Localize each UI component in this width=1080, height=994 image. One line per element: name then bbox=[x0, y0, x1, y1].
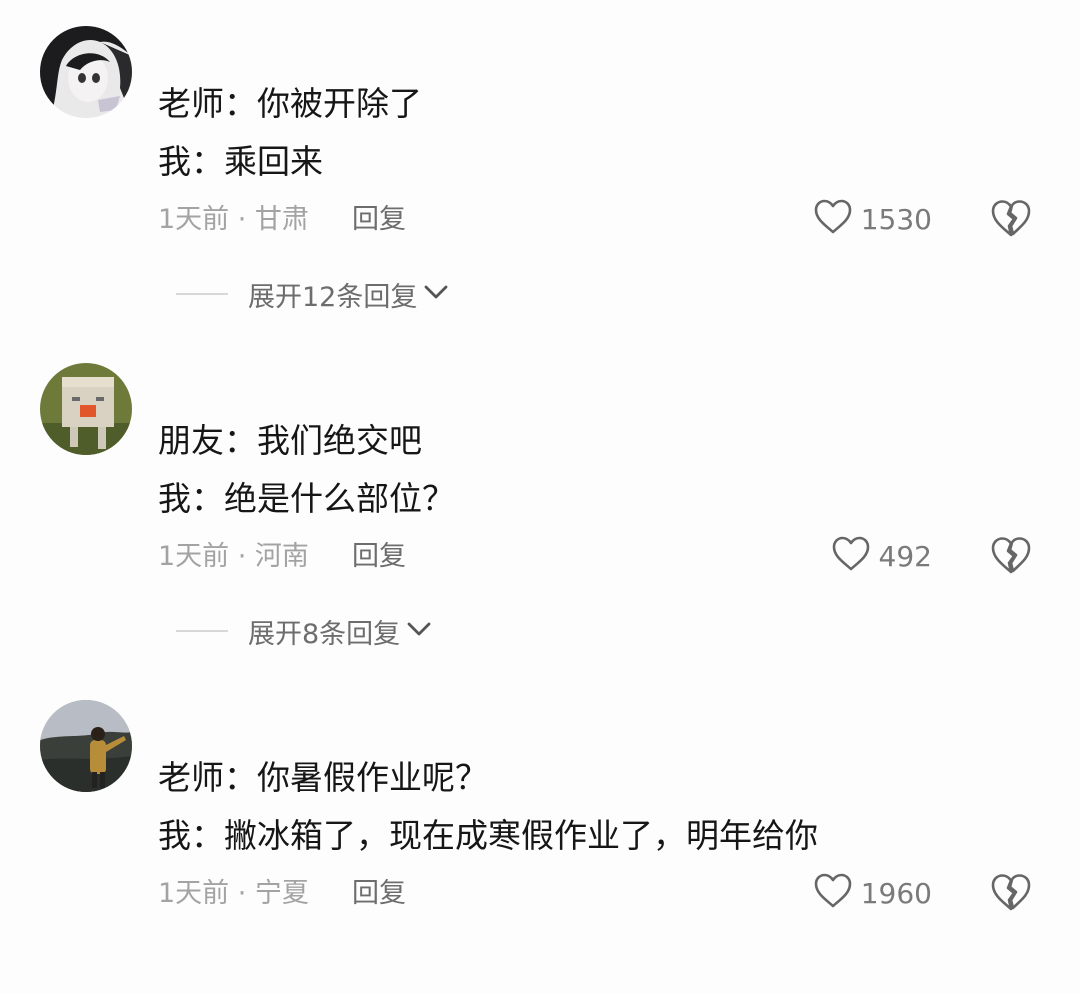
expand-replies-label: 展开8条回复 bbox=[248, 618, 401, 650]
heart-outline-icon bbox=[813, 198, 853, 240]
dislike-button[interactable] bbox=[990, 198, 1032, 240]
broken-heart-icon bbox=[990, 537, 1032, 581]
comment-meta: 1天前 · 河南 bbox=[158, 541, 309, 572]
comment-text-line: 我：乘回来 bbox=[158, 142, 323, 181]
reply-button[interactable]: 回复 bbox=[352, 200, 406, 240]
comment-item: 老师：你被开除了 我：乘回来 1天前 · 甘肃 回复 1530 展开12条回复 bbox=[0, 0, 1080, 320]
dislike-button[interactable] bbox=[990, 872, 1032, 914]
reply-button[interactable]: 回复 bbox=[352, 874, 406, 914]
comment-text-line: 朋友：我们绝交吧 bbox=[158, 421, 422, 460]
comment-meta: 1天前 · 甘肃 bbox=[158, 204, 309, 235]
comment-meta: 1天前 · 宁夏 bbox=[158, 878, 309, 909]
chevron-down-icon bbox=[423, 283, 449, 305]
heart-outline-icon bbox=[831, 535, 871, 577]
avatar[interactable] bbox=[40, 363, 132, 455]
dislike-button[interactable] bbox=[990, 535, 1032, 577]
divider-dash bbox=[176, 293, 228, 295]
chevron-down-icon bbox=[406, 620, 432, 642]
expand-replies-label: 展开12条回复 bbox=[248, 281, 418, 313]
heart-outline-icon bbox=[813, 872, 853, 914]
divider-dash bbox=[176, 630, 228, 632]
comment-text-line: 老师：你暑假作业呢？ bbox=[158, 758, 488, 797]
like-count: 1960 bbox=[860, 876, 932, 910]
like-button[interactable]: 1530 bbox=[813, 196, 932, 242]
comment-text-line: 我：绝是什么部位？ bbox=[158, 479, 455, 518]
avatar[interactable] bbox=[40, 26, 132, 118]
reply-button[interactable]: 回复 bbox=[352, 537, 406, 577]
like-button[interactable]: 492 bbox=[831, 533, 932, 579]
comment-item: 朋友：我们绝交吧 我：绝是什么部位？ 1天前 · 河南 回复 492 展开8条回… bbox=[0, 337, 1080, 657]
like-count: 1530 bbox=[860, 202, 932, 236]
like-button[interactable]: 1960 bbox=[813, 870, 932, 916]
expand-replies-button[interactable]: 展开12条回复 bbox=[176, 274, 449, 314]
broken-heart-icon bbox=[990, 874, 1032, 918]
comment-item: 老师：你暑假作业呢？ 我：撇冰箱了，现在成寒假作业了，明年给你 1天前 · 宁夏… bbox=[0, 674, 1080, 994]
comment-text-line: 老师：你被开除了 bbox=[158, 84, 422, 123]
avatar[interactable] bbox=[40, 700, 132, 792]
broken-heart-icon bbox=[990, 200, 1032, 244]
expand-replies-button[interactable]: 展开8条回复 bbox=[176, 611, 432, 651]
comment-text-line: 我：撇冰箱了，现在成寒假作业了，明年给你 bbox=[158, 816, 818, 855]
like-count: 492 bbox=[878, 539, 932, 573]
